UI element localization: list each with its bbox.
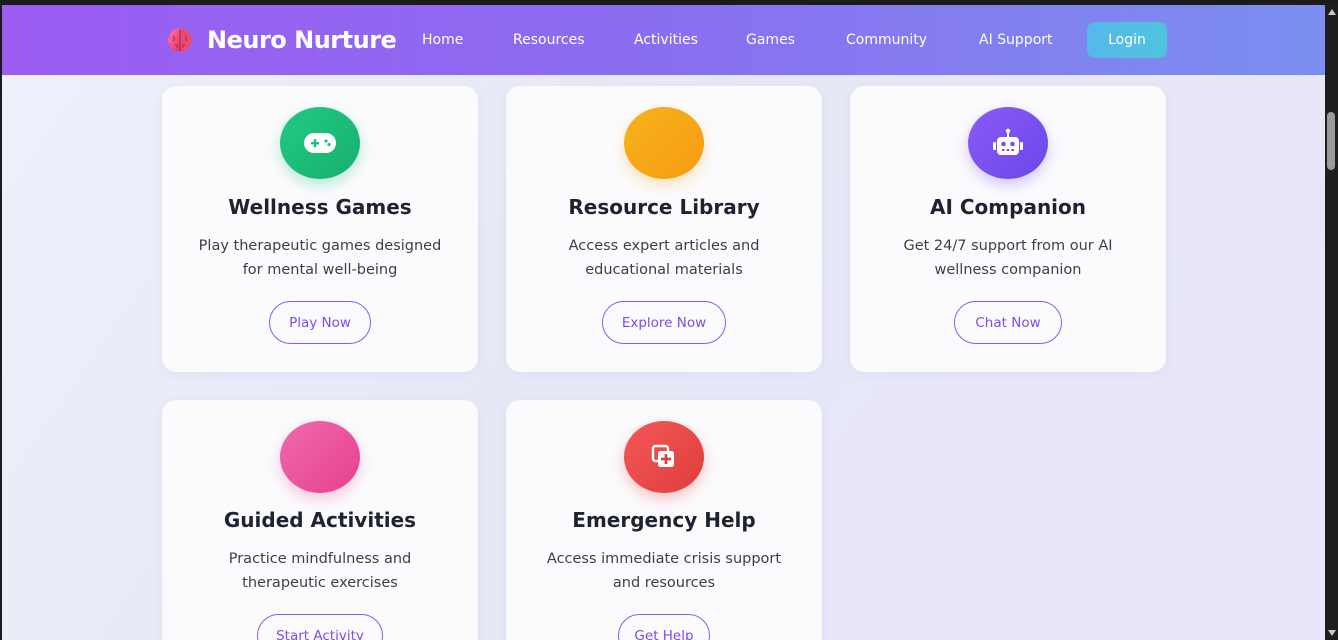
card-title: Emergency Help — [572, 508, 756, 532]
card-description-line1: Play therapeutic games designed — [198, 238, 442, 254]
card-description-line1: Access expert articles and — [568, 238, 760, 254]
card-guided-activities: Guided Activities Practice mindfulness a… — [162, 400, 478, 640]
brand-name: Neuro Nurture — [207, 26, 397, 54]
card-emergency-help: Emergency Help Access immediate crisis s… — [506, 400, 822, 640]
first-aid-icon — [651, 444, 674, 467]
nav-link-activities[interactable]: Activities — [634, 5, 698, 75]
start-activity-button[interactable]: Start Activity — [257, 614, 383, 640]
card-title: Resource Library — [568, 195, 760, 219]
card-description-line2: therapeutic exercises — [242, 575, 398, 591]
vertical-scrollbar[interactable] — [1325, 5, 1338, 640]
brain-icon — [167, 28, 193, 52]
scroll-down-arrow-icon[interactable] — [1328, 630, 1336, 636]
get-help-button[interactable]: Get Help — [618, 614, 710, 640]
nav-link-community[interactable]: Community — [846, 5, 927, 75]
card-description-line2: wellness companion — [934, 262, 1082, 278]
ai-companion-icon-circle — [968, 107, 1048, 179]
login-button[interactable]: Login — [1087, 22, 1167, 58]
navbar: Neuro Nurture Home Resources Activities … — [2, 5, 1325, 75]
card-description-line1: Access immediate crisis support — [546, 551, 782, 567]
card-title: Guided Activities — [223, 508, 417, 532]
emergency-help-icon-circle — [624, 421, 704, 493]
play-now-button[interactable]: Play Now — [269, 301, 371, 344]
card-wellness-games: Wellness Games Play therapeutic games de… — [162, 86, 478, 372]
nav-link-ai-support[interactable]: AI Support — [979, 5, 1053, 75]
guided-activities-icon-circle — [280, 421, 360, 493]
card-title: Wellness Games — [228, 195, 412, 219]
card-description-line1: Practice mindfulness and — [228, 551, 412, 567]
card-resource-library: Resource Library Access expert articles … — [506, 86, 822, 372]
nav-link-resources[interactable]: Resources — [513, 5, 585, 75]
robot-icon — [993, 128, 1023, 155]
card-description-line1: Get 24/7 support from our AI — [903, 238, 1113, 254]
brand-logo[interactable]: Neuro Nurture — [165, 5, 397, 75]
scrollbar-thumb[interactable] — [1327, 112, 1335, 170]
resource-library-icon-circle — [624, 107, 704, 179]
explore-now-button[interactable]: Explore Now — [602, 301, 726, 344]
card-title: AI Companion — [929, 195, 1087, 219]
card-description-line2: and resources — [612, 575, 716, 591]
nav-link-games[interactable]: Games — [746, 5, 795, 75]
card-description-line2: educational materials — [585, 262, 743, 278]
page-viewport: Neuro Nurture Home Resources Activities … — [2, 5, 1325, 640]
card-description-line2: for mental well-being — [242, 262, 398, 278]
gamepad-icon — [304, 133, 336, 153]
card-ai-companion: AI Companion Get 24/7 support from our A… — [850, 86, 1166, 372]
scroll-up-arrow-icon[interactable] — [1328, 9, 1336, 15]
chat-now-button[interactable]: Chat Now — [954, 301, 1062, 344]
nav-link-home[interactable]: Home — [422, 5, 463, 75]
wellness-games-icon-circle — [280, 107, 360, 179]
